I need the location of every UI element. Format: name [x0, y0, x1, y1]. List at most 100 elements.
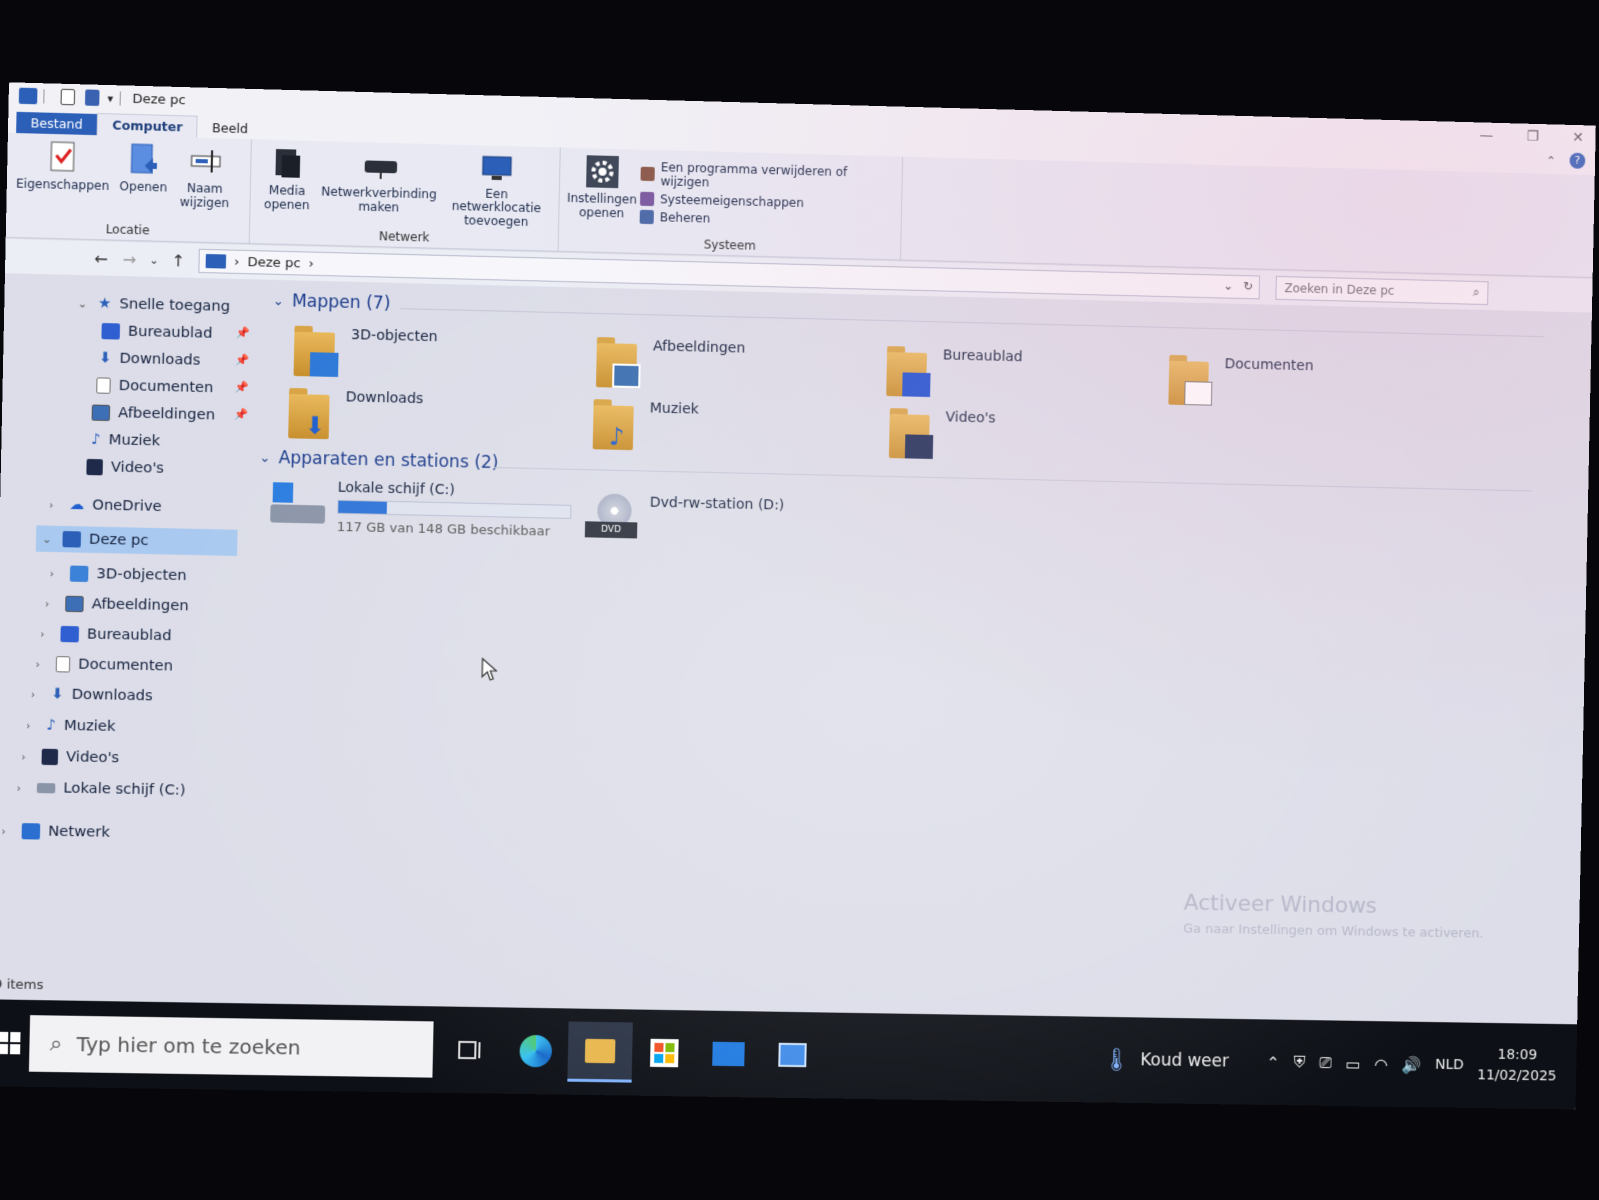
- expand-chevron-icon[interactable]: ›: [40, 627, 53, 640]
- drive-name: Dvd-rw-station (D:): [649, 494, 785, 514]
- security-shield-icon[interactable]: ⛨: [1293, 1053, 1305, 1073]
- tab-computer[interactable]: Computer: [96, 112, 199, 138]
- expand-chevron-icon[interactable]: ›: [26, 719, 39, 732]
- folder-downloads[interactable]: ⬇ Downloads: [288, 387, 424, 441]
- store-app-button[interactable]: [632, 1022, 697, 1083]
- close-button[interactable]: ✕: [1572, 130, 1584, 146]
- tab-bestand[interactable]: Bestand: [16, 111, 98, 136]
- folder-label: Muziek: [649, 400, 699, 418]
- forward-button[interactable]: →: [115, 249, 144, 269]
- manage-link[interactable]: Beheren: [639, 209, 897, 231]
- folder-3d-objects[interactable]: 3D-objecten: [293, 325, 438, 380]
- breadcrumb-deze-pc[interactable]: Deze pc: [247, 255, 300, 271]
- language-indicator[interactable]: NLD: [1435, 1057, 1464, 1073]
- nav-this-pc[interactable]: ⌄ Deze pc: [35, 525, 238, 556]
- collapse-chevron-icon[interactable]: ⌄: [42, 532, 55, 545]
- collapse-chevron-icon[interactable]: ⌄: [259, 450, 270, 465]
- properties-button[interactable]: Eigenschappen: [10, 137, 115, 221]
- nav-pc-downloads[interactable]: › ⬇ Downloads: [30, 681, 153, 710]
- group-locatie: Eigenschappen Openen Naam wijzigen Locat…: [5, 132, 252, 243]
- tab-beeld[interactable]: Beeld: [198, 117, 263, 140]
- nav-pc-bureaublad[interactable]: › Bureaublad: [40, 620, 172, 649]
- nav-pc-videos[interactable]: › Video's: [21, 743, 119, 771]
- store-icon: [650, 1038, 679, 1068]
- open-media-button[interactable]: Media openen: [254, 143, 320, 226]
- expand-chevron-icon[interactable]: ›: [16, 781, 29, 794]
- nav-quick-bureaublad[interactable]: Bureaublad: [101, 318, 213, 347]
- nav-quick-videos[interactable]: Video's: [86, 454, 164, 482]
- nav-pc-afbeeldingen[interactable]: › Afbeeldingen: [45, 590, 189, 619]
- nav-quick-muziek[interactable]: ♪ Muziek: [91, 427, 161, 455]
- uninstall-program-label: Een programma verwijderen of wijzigen: [660, 160, 848, 190]
- maximize-button[interactable]: ❐: [1526, 129, 1539, 145]
- file-explorer-app-button[interactable]: [567, 1021, 633, 1083]
- pin-icon[interactable]: 📌: [234, 381, 248, 394]
- collapse-chevron-icon[interactable]: ⌄: [78, 297, 90, 310]
- recent-locations-button[interactable]: ⌄: [144, 253, 165, 267]
- devices-section-header[interactable]: ⌄ Apparaten en stations (2): [259, 448, 498, 473]
- open-settings-button[interactable]: Instellingen openen: [563, 152, 641, 235]
- weather-widget[interactable]: 🌡 Koud weer: [1102, 1047, 1229, 1074]
- system-properties-link[interactable]: Systeemeigenschappen: [639, 191, 897, 213]
- rename-button[interactable]: Naam wijzigen: [172, 141, 239, 224]
- minimize-button[interactable]: —: [1479, 127, 1493, 143]
- clock[interactable]: 18:09 11/02/2025: [1477, 1045, 1557, 1088]
- folder-videos[interactable]: Video's: [888, 408, 996, 460]
- edge-app-button[interactable]: [503, 1020, 569, 1081]
- collapse-chevron-icon[interactable]: ⌄: [273, 293, 284, 308]
- expand-chevron-icon[interactable]: ›: [31, 687, 44, 700]
- address-dropdown-icon[interactable]: ⌄: [1223, 279, 1233, 293]
- folder-afbeeldingen[interactable]: Afbeeldingen: [595, 337, 745, 391]
- refresh-icon[interactable]: ↻: [1243, 279, 1253, 293]
- thermometer-icon: 🌡: [1102, 1047, 1131, 1073]
- expand-chevron-icon[interactable]: ›: [49, 567, 61, 580]
- customize-quick-access-icon[interactable]: ▾: [107, 92, 113, 105]
- pin-icon[interactable]: 📌: [235, 353, 249, 366]
- nav-quick-access[interactable]: ⌄ ★ Snelle toegang: [77, 290, 231, 320]
- expand-chevron-icon[interactable]: ›: [21, 750, 34, 763]
- nav-quick-documenten[interactable]: Documenten: [96, 372, 214, 401]
- nav-quick-afbeeldingen[interactable]: Afbeeldingen: [91, 399, 215, 428]
- back-button[interactable]: ←: [87, 248, 116, 269]
- folder-documenten[interactable]: Documenten: [1168, 354, 1314, 408]
- nav-pc-3d-objects[interactable]: › 3D-objecten: [49, 560, 187, 589]
- expand-chevron-icon[interactable]: ›: [45, 597, 57, 610]
- mail-app-button[interactable]: [696, 1023, 761, 1084]
- start-button[interactable]: [0, 999, 30, 1086]
- separator: [43, 89, 45, 104]
- add-network-location-button[interactable]: Een netwerklocatie toevoegen: [438, 148, 556, 232]
- folder-muziek[interactable]: ♪ Muziek: [592, 399, 699, 452]
- show-hidden-icons-icon[interactable]: ⌃: [1266, 1053, 1280, 1072]
- nav-quick-downloads[interactable]: ⬇ Downloads: [99, 345, 201, 374]
- folders-section-header[interactable]: ⌄ Mappen (7): [273, 291, 391, 314]
- pin-icon[interactable]: 📌: [234, 408, 248, 421]
- nav-onedrive[interactable]: › ☁ OneDrive: [49, 491, 162, 520]
- taskbar-search-input[interactable]: ⌕ Typ hier om te zoeken: [28, 1015, 434, 1078]
- meet-now-icon[interactable]: ⎚: [1319, 1053, 1332, 1073]
- folder-bureaublad[interactable]: Bureaublad: [886, 346, 1023, 399]
- volume-icon[interactable]: 🔊: [1402, 1055, 1422, 1074]
- app-button[interactable]: [760, 1024, 825, 1085]
- task-view-button[interactable]: [438, 1019, 504, 1080]
- pin-icon[interactable]: 📌: [236, 326, 250, 339]
- uninstall-program-link[interactable]: Een programma verwijderen of wijzigen: [640, 160, 898, 195]
- battery-icon[interactable]: ▭: [1345, 1054, 1360, 1073]
- wifi-icon[interactable]: ◠: [1374, 1054, 1388, 1073]
- open-button[interactable]: Openen: [114, 140, 174, 223]
- new-folder-icon[interactable]: [84, 89, 100, 106]
- map-network-drive-button[interactable]: Netwerkverbinding maken: [319, 145, 440, 230]
- properties-icon[interactable]: [60, 88, 76, 106]
- nav-pc-local-disk[interactable]: › Lokale schijf (C:): [16, 774, 186, 803]
- nav-pc-documenten[interactable]: › Documenten: [35, 651, 173, 680]
- nav-pc-muziek[interactable]: › ♪ Muziek: [26, 712, 116, 740]
- search-input[interactable]: Zoeken in Deze pc ⌕: [1275, 275, 1489, 306]
- expand-chevron-icon[interactable]: ›: [35, 657, 48, 670]
- drive-dvd-d[interactable]: DVD Dvd-rw-station (D:): [584, 493, 785, 545]
- drive-local-c[interactable]: Lokale schijf (C:) 117 GB van 148 GB bes…: [270, 478, 572, 540]
- up-button[interactable]: ↑: [164, 250, 193, 270]
- nav-network[interactable]: › Netwerk: [1, 818, 110, 846]
- expand-chevron-icon[interactable]: ›: [49, 498, 61, 511]
- collapse-ribbon-icon[interactable]: ⌃: [1546, 154, 1556, 168]
- expand-chevron-icon[interactable]: ›: [1, 824, 14, 837]
- help-icon[interactable]: ?: [1569, 152, 1586, 169]
